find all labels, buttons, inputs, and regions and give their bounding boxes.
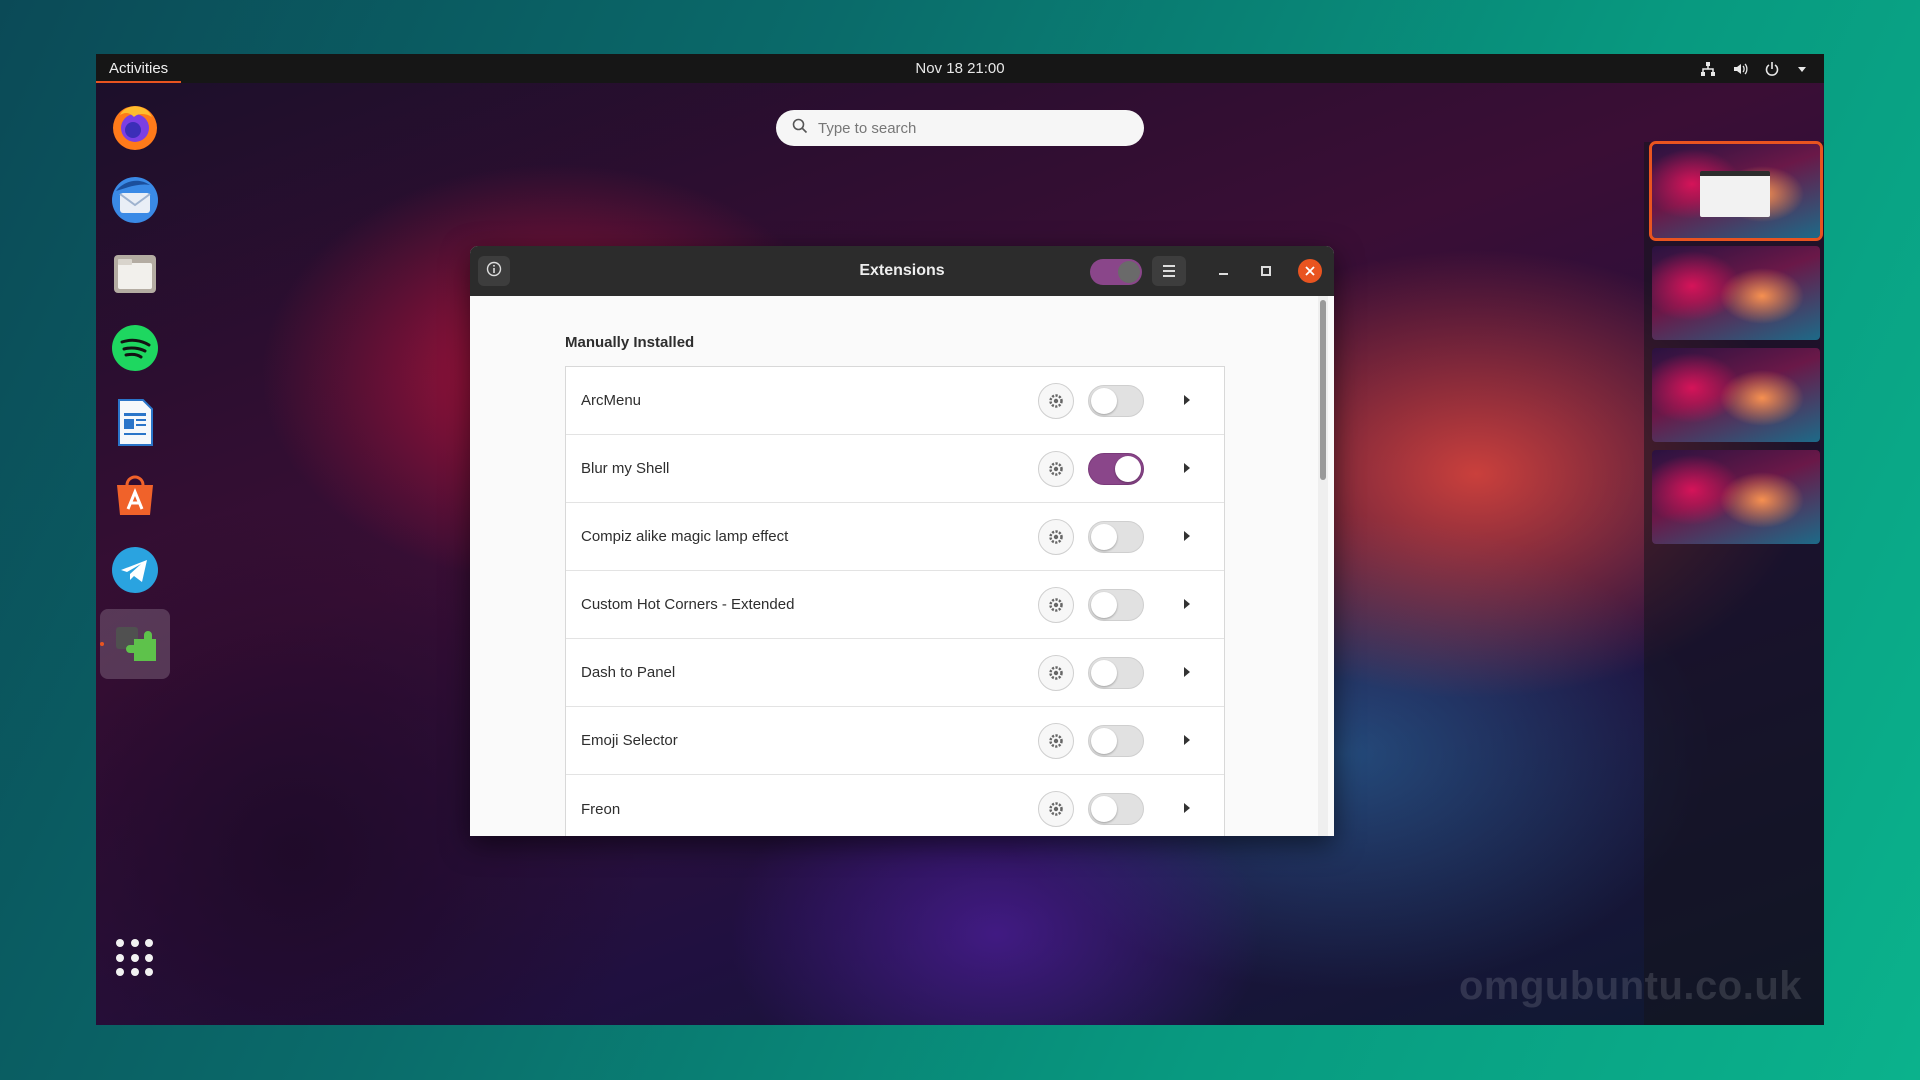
window-title: Extensions	[859, 262, 945, 279]
watermark: omgubuntu.co.uk	[1458, 964, 1802, 1008]
expand-arrow-icon[interactable]	[1184, 463, 1190, 473]
close-button[interactable]	[1298, 259, 1322, 283]
settings-gear-icon[interactable]	[1038, 587, 1074, 623]
expand-arrow-icon[interactable]	[1184, 735, 1190, 745]
extension-row[interactable]: ArcMenu	[566, 367, 1224, 435]
section-title: Manually Installed	[565, 334, 695, 351]
settings-gear-icon[interactable]	[1038, 519, 1074, 555]
expand-arrow-icon[interactable]	[1184, 667, 1190, 677]
workspace-thumbnail[interactable]	[1652, 348, 1820, 442]
extension-toggle[interactable]	[1088, 589, 1144, 621]
extensions-window[interactable]: Extensions Manually Installed ArcMenu Bl…	[470, 246, 1334, 836]
search-icon	[792, 118, 808, 139]
network-icon[interactable]	[1700, 61, 1716, 77]
maximize-button[interactable]	[1255, 260, 1277, 282]
running-indicator	[100, 642, 104, 646]
search-input[interactable]	[818, 119, 1118, 137]
minimize-button[interactable]	[1212, 260, 1234, 282]
power-icon[interactable]	[1764, 61, 1780, 77]
search-bar[interactable]	[776, 110, 1144, 146]
settings-gear-icon[interactable]	[1038, 723, 1074, 759]
extension-name: Custom Hot Corners - Extended	[581, 596, 795, 613]
settings-gear-icon[interactable]	[1038, 655, 1074, 691]
extension-name: ArcMenu	[581, 392, 642, 409]
scrollbar[interactable]	[1320, 300, 1326, 480]
extension-row[interactable]: Freon	[566, 775, 1224, 836]
workspace-thumbnail[interactable]	[1649, 141, 1823, 241]
extension-row[interactable]: Emoji Selector	[566, 707, 1224, 775]
desktop-screen: Activities Nov 18 21:00 Type to search o…	[96, 54, 1824, 1025]
expand-arrow-icon[interactable]	[1184, 803, 1190, 813]
extension-row[interactable]: Custom Hot Corners - Extended	[566, 571, 1224, 639]
files-icon[interactable]	[100, 239, 170, 309]
workspace-thumbnail[interactable]	[1652, 246, 1820, 340]
extension-row[interactable]: Compiz alike magic lamp effect	[566, 503, 1224, 571]
extension-toggle[interactable]	[1088, 385, 1144, 417]
expand-arrow-icon[interactable]	[1184, 531, 1190, 541]
close-icon	[1305, 264, 1315, 278]
extensions-content: Manually Installed ArcMenu Blur my Shell…	[470, 296, 1334, 836]
expand-arrow-icon[interactable]	[1184, 599, 1190, 609]
activities-button[interactable]: Activities	[96, 54, 182, 83]
settings-gear-icon[interactable]	[1038, 383, 1074, 419]
thunderbird-icon[interactable]	[100, 165, 170, 235]
libreoffice-writer-icon[interactable]	[100, 387, 170, 457]
show-applications-icon[interactable]	[116, 939, 154, 977]
firefox-icon[interactable]	[100, 91, 170, 161]
window-thumbnail	[1700, 171, 1770, 217]
extension-toggle[interactable]	[1088, 521, 1144, 553]
extension-name: Emoji Selector	[581, 732, 678, 749]
menu-button[interactable]	[1152, 256, 1186, 286]
settings-gear-icon[interactable]	[1038, 451, 1074, 487]
about-button[interactable]	[478, 256, 510, 286]
system-tray[interactable]	[1700, 54, 1808, 83]
extension-name: Compiz alike magic lamp effect	[581, 528, 789, 545]
clock[interactable]: Nov 18 21:00	[915, 54, 1004, 83]
telegram-icon[interactable]	[100, 535, 170, 605]
spotify-icon[interactable]	[100, 313, 170, 383]
app-center-icon[interactable]	[100, 461, 170, 531]
workspace-switcher	[1644, 141, 1824, 1025]
workspace-thumbnail[interactable]	[1652, 450, 1820, 544]
extension-row[interactable]: Blur my Shell	[566, 435, 1224, 503]
dock	[96, 83, 174, 1025]
info-icon	[486, 261, 502, 282]
extension-toggle[interactable]	[1088, 453, 1144, 485]
expand-arrow-icon[interactable]	[1184, 395, 1190, 405]
extensions-icon[interactable]	[100, 609, 170, 679]
extensions-master-toggle[interactable]	[1090, 259, 1142, 285]
extension-toggle[interactable]	[1088, 725, 1144, 757]
volume-icon[interactable]	[1732, 61, 1748, 77]
extension-toggle[interactable]	[1088, 657, 1144, 689]
extensions-list: ArcMenu Blur my Shell Compiz alike magic…	[565, 366, 1225, 836]
header-bar: Extensions	[470, 246, 1334, 296]
extension-name: Blur my Shell	[581, 460, 670, 477]
extension-name: Freon	[581, 800, 621, 818]
extension-row[interactable]: Dash to Panel	[566, 639, 1224, 707]
extension-name: Dash to Panel	[581, 664, 676, 681]
settings-gear-icon[interactable]	[1038, 791, 1074, 827]
extension-toggle[interactable]	[1088, 793, 1144, 825]
top-bar: Activities Nov 18 21:00	[96, 54, 1824, 83]
menu-arrow-icon[interactable]	[1796, 63, 1808, 75]
